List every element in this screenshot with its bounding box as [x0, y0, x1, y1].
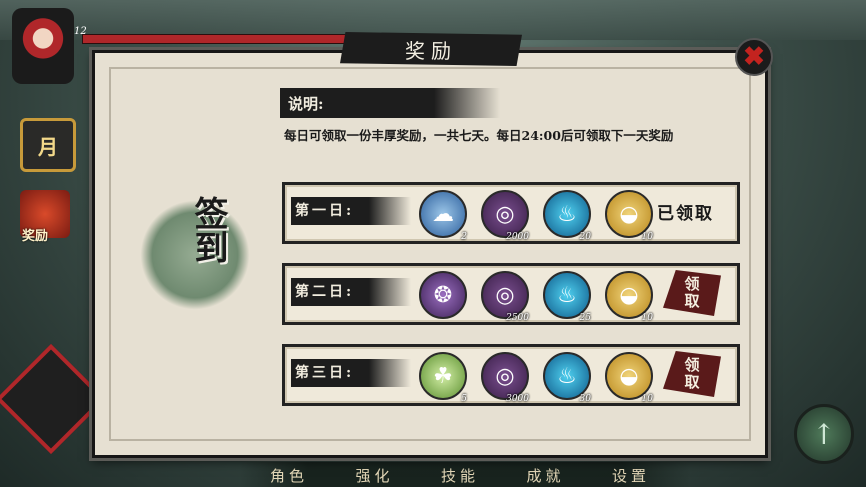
nav-character[interactable]: 角色 [270, 465, 308, 486]
player-level: 12 [74, 26, 87, 37]
description-text: 每日可领取一份丰厚奖励，一共七天。每日24:00后可领取下一天奖励 [284, 128, 674, 143]
nav-achievements[interactable]: 成就 [526, 465, 564, 486]
nav-settings[interactable]: 设置 [612, 465, 650, 486]
claim-button[interactable]: 领取 [663, 270, 721, 316]
gold-ingot-icon[interactable]: ◒ 10 [605, 271, 653, 323]
item-qty: 30 [579, 394, 591, 404]
monthly-signin-icon[interactable]: 月 [20, 118, 76, 172]
flame-glyph-icon: ♨ [557, 282, 577, 308]
herb-item-icon[interactable]: ☘ 5 [419, 352, 467, 404]
close-icon: ✖ [743, 42, 765, 72]
day-row-3: 第三日: ☘ 5 ◎ 3000 ♨ 30 ◒ 10 领取 [282, 344, 740, 406]
item-qty: 10 [641, 232, 653, 242]
item-qty: 5 [461, 394, 467, 404]
nav-skills[interactable]: 技能 [441, 465, 479, 486]
signin-calligraphy: 签到 [130, 190, 280, 310]
day-label: 第二日: [295, 284, 355, 300]
item-qty: 10 [641, 394, 653, 404]
gold-ingot-icon[interactable]: ◒ 10 [605, 190, 653, 242]
item-qty: 10 [641, 313, 653, 323]
coin-glyph-icon: ◎ [495, 282, 515, 308]
description-label: 说明: [288, 95, 324, 113]
jump-button[interactable]: ↑ [794, 404, 854, 464]
bird-glyph-icon: ❂ [433, 282, 453, 308]
bird-item-icon[interactable]: ❂ [419, 271, 467, 319]
gold-ingot-icon[interactable]: ◒ 10 [605, 352, 653, 404]
item-qty: 25 [579, 313, 591, 323]
ingot-glyph-icon: ◒ [619, 282, 639, 308]
close-button[interactable]: ✖ [735, 38, 773, 76]
nav-upgrade[interactable]: 强化 [355, 465, 393, 486]
signin-title: 签到 [188, 196, 228, 264]
item-qty: 2 [461, 232, 467, 242]
day-row-1: 第一日: ☁ 2 ◎ 2000 ♨ 20 ◒ 10 已领取 [282, 182, 740, 244]
bottom-nav: 角色 强化 技能 成就 设置 [270, 465, 650, 486]
coin-icon[interactable]: ◎ 2000 [481, 190, 529, 242]
item-qty: 2500 [506, 313, 529, 323]
item-qty: 3000 [506, 394, 529, 404]
dialog-title-bar: 奖励 [340, 32, 522, 66]
player-avatar[interactable] [12, 8, 74, 84]
cloud-item-icon[interactable]: ☁ 2 [419, 190, 467, 242]
herb-glyph-icon: ☘ [433, 363, 453, 389]
claimed-status: 已领取 [657, 204, 714, 224]
dialog-title: 奖励 [405, 38, 457, 63]
coin-icon[interactable]: ◎ 3000 [481, 352, 529, 404]
cloud-glyph-icon: ☁ [432, 201, 454, 227]
coin-icon[interactable]: ◎ 2500 [481, 271, 529, 323]
day-label: 第一日: [295, 203, 355, 219]
flame-glyph-icon: ♨ [557, 201, 577, 227]
reward-bag-icon[interactable]: 奖励 [20, 190, 70, 244]
item-qty: 20 [579, 232, 591, 242]
up-arrow-icon: ↑ [812, 417, 836, 451]
day-label: 第三日: [295, 365, 355, 381]
day-row-2: 第二日: ❂ ◎ 2500 ♨ 25 ◒ 10 领取 [282, 263, 740, 325]
coin-glyph-icon: ◎ [495, 363, 515, 389]
reward-icon-label: 奖励 [22, 229, 49, 244]
coin-glyph-icon: ◎ [495, 201, 515, 227]
claim-button[interactable]: 领取 [663, 351, 721, 397]
claim-button-label: 领取 [682, 276, 701, 310]
blue-flame-icon[interactable]: ♨ 25 [543, 271, 591, 323]
ingot-glyph-icon: ◒ [619, 363, 639, 389]
claim-button-label: 领取 [682, 357, 701, 391]
health-bar [82, 34, 384, 44]
blue-flame-icon[interactable]: ♨ 30 [543, 352, 591, 404]
ingot-glyph-icon: ◒ [619, 201, 639, 227]
item-qty: 2000 [506, 232, 529, 242]
flame-glyph-icon: ♨ [557, 363, 577, 389]
month-icon-label: 月 [38, 134, 58, 159]
blue-flame-icon[interactable]: ♨ 20 [543, 190, 591, 242]
